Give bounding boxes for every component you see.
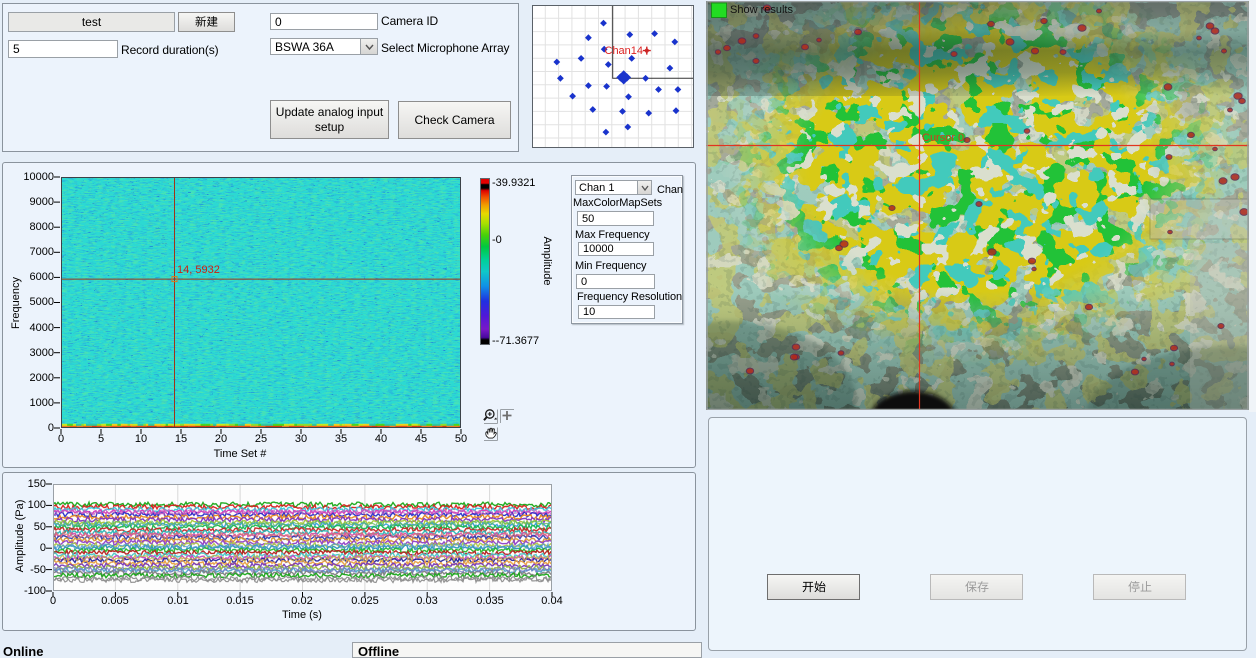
svg-text:Cursor 0: Cursor 0 [922, 132, 964, 144]
svg-text:Chan14: Chan14 [605, 45, 644, 57]
svg-text:Show results: Show results [730, 4, 793, 16]
